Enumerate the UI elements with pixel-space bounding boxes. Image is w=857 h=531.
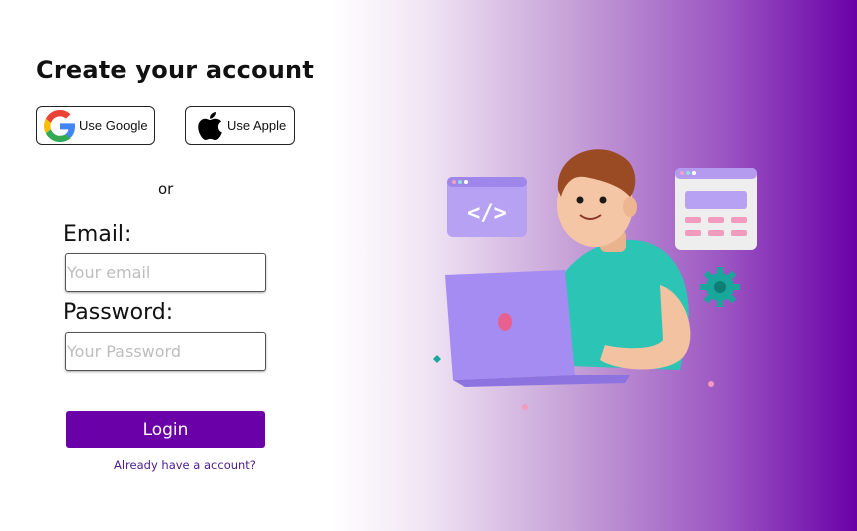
apple-logo-icon [195,111,225,141]
already-have-account-link[interactable]: Already have a account? [114,458,256,472]
password-field[interactable] [65,332,266,371]
google-signin-button[interactable]: Use Google [36,106,155,145]
developer-illustration: </> [433,149,757,410]
code-window-icon: </> [447,177,527,237]
apple-button-label: Use Apple [227,118,287,133]
google-logo-icon [43,109,77,143]
svg-text:</>: </> [467,201,507,226]
apple-signin-button[interactable]: Use Apple [185,106,295,145]
email-label: Email: [63,222,132,247]
password-label: Password: [63,300,174,325]
page-title: Create your account [36,56,315,84]
google-button-label: Use Google [79,118,148,133]
gear-icon [700,267,740,307]
form-window-icon [675,168,757,250]
or-divider-text: or [158,180,174,198]
login-button[interactable]: Login [66,411,265,448]
email-field[interactable] [65,253,266,292]
